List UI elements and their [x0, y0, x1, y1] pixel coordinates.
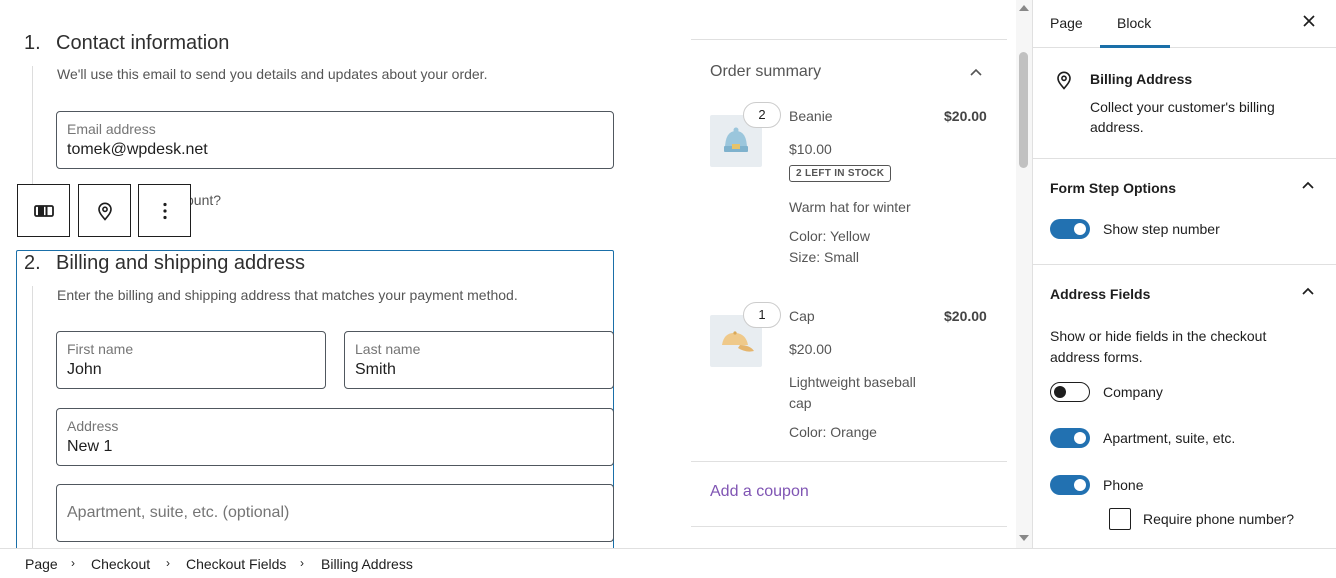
beanie-total: $20.00 [944, 108, 987, 124]
location-pin-icon [97, 202, 112, 221]
form-step-options-panel: Form Step Options Show step number [1033, 159, 1336, 265]
last-name-field[interactable]: Last name Smith [344, 331, 614, 389]
location-pin-button[interactable] [78, 184, 131, 237]
block-card-title: Billing Address [1090, 71, 1193, 87]
address-fields-description-line1: Show or hide fields in the checkout [1050, 328, 1267, 344]
block-card-description-line1: Collect your customer's billing [1090, 99, 1275, 115]
chevron-up-icon[interactable] [1301, 180, 1315, 190]
contact-step-title: Contact information [56, 32, 230, 54]
chevron-up-icon[interactable] [1301, 286, 1315, 296]
contact-step-heading: 1. Contact information [24, 32, 229, 55]
summary-items-divider [691, 461, 1007, 462]
billing-step-title: Billing and shipping address [56, 252, 306, 274]
summary-bottom-divider [691, 526, 1007, 527]
address-field[interactable]: Address New 1 [56, 408, 614, 466]
first-name-label: First name [67, 341, 134, 357]
cap-unit-price: $20.00 [789, 341, 832, 357]
chevron-right-icon: › [71, 556, 75, 570]
block-breadcrumb: Page › Checkout › Checkout Fields › Bill… [0, 548, 1336, 578]
settings-sidebar: Page Block Billing Address Collect your … [1032, 0, 1336, 548]
block-card-description-line2: address. [1090, 119, 1144, 135]
summary-top-divider [691, 39, 1007, 40]
block-card: Billing Address Collect your customer's … [1033, 49, 1336, 159]
cap-color: Color: Orange [789, 424, 877, 440]
company-label: Company [1103, 384, 1163, 400]
phone-toggle[interactable] [1050, 475, 1090, 495]
breadcrumb-checkout-fields[interactable]: Checkout Fields [186, 556, 286, 572]
order-summary-title[interactable]: Order summary [710, 63, 821, 81]
contact-step-rail [32, 66, 33, 186]
block-type-button[interactable] [17, 184, 70, 237]
billing-step-rail [32, 286, 33, 548]
block-toolbar [17, 184, 191, 237]
create-account-text: ount? [186, 192, 222, 208]
cap-total: $20.00 [944, 308, 987, 324]
tab-page[interactable]: Page [1050, 15, 1083, 31]
more-options-button[interactable] [138, 184, 191, 237]
phone-label: Phone [1103, 477, 1144, 493]
beanie-unit-price: $10.00 [789, 141, 832, 157]
cap-description-line1: Lightweight baseball [789, 374, 916, 390]
tab-block[interactable]: Block [1117, 15, 1151, 31]
sidebar-tabs: Page Block [1033, 0, 1336, 48]
last-name-value: Smith [355, 361, 396, 378]
billing-step-description: Enter the billing and shipping address t… [57, 287, 518, 303]
address-fields-title[interactable]: Address Fields [1050, 286, 1150, 302]
add-coupon-link[interactable]: Add a coupon [710, 483, 809, 501]
contact-step-description: We'll use this email to send you details… [57, 66, 488, 82]
close-icon[interactable] [1301, 13, 1317, 29]
beanie-size: Size: Small [789, 249, 860, 265]
form-step-options-title[interactable]: Form Step Options [1050, 180, 1176, 196]
location-pin-icon [1057, 71, 1071, 90]
breadcrumb-checkout[interactable]: Checkout [91, 556, 150, 572]
more-options-icon [162, 202, 167, 219]
active-tab-indicator [1100, 45, 1170, 48]
address-fields-description-line2: address forms. [1050, 349, 1143, 365]
beanie-description: Warm hat for winter [789, 199, 911, 215]
company-toggle[interactable] [1050, 382, 1090, 402]
billing-step-heading: 2. Billing and shipping address [24, 252, 305, 275]
billing-step-number: 2. [24, 252, 41, 274]
apartment-toggle[interactable] [1050, 428, 1090, 448]
first-name-field[interactable]: First name John [56, 331, 326, 389]
require-phone-checkbox[interactable] [1109, 508, 1131, 530]
address-label: Address [67, 418, 119, 434]
last-name-label: Last name [355, 341, 421, 357]
breadcrumb-page[interactable]: Page [25, 556, 58, 572]
apartment-label: Apartment, suite, etc. [1103, 430, 1236, 446]
email-field-label: Email address [67, 121, 156, 137]
email-field[interactable]: Email address tomek@wpdesk.net [56, 111, 614, 169]
beanie-name: Beanie [789, 108, 833, 124]
address-value: New 1 [67, 438, 113, 455]
show-step-number-toggle[interactable] [1050, 219, 1090, 239]
contact-step-number: 1. [24, 32, 41, 54]
scroll-up-arrow-icon[interactable] [1019, 5, 1029, 11]
editor-canvas: 1. Contact information We'll use this ema… [0, 0, 1032, 548]
beanie-color: Color: Yellow [789, 228, 870, 244]
scroll-down-arrow-icon[interactable] [1019, 535, 1029, 541]
apartment-placeholder: Apartment, suite, etc. (optional) [67, 504, 290, 521]
apartment-field[interactable]: Apartment, suite, etc. (optional) [56, 484, 614, 542]
first-name-value: John [67, 361, 102, 378]
address-fields-panel: Address Fields Show or hide fields in th… [1033, 265, 1336, 548]
canvas-scrollbar[interactable] [1016, 0, 1032, 548]
block-type-icon [33, 204, 54, 217]
email-field-value: tomek@wpdesk.net [67, 141, 208, 158]
require-phone-label: Require phone number? [1143, 511, 1294, 527]
scrollbar-thumb[interactable] [1019, 52, 1028, 168]
chevron-right-icon: › [166, 556, 170, 570]
cap-name: Cap [789, 308, 815, 324]
beanie-stock-badge: 2 LEFT IN STOCK [789, 165, 892, 182]
beanie-qty-badge: 2 [743, 102, 781, 128]
chevron-up-icon[interactable] [969, 67, 983, 77]
chevron-right-icon: › [300, 556, 304, 570]
show-step-number-label: Show step number [1103, 221, 1220, 237]
cap-qty-badge: 1 [743, 302, 781, 328]
cap-description-line2: cap [789, 395, 812, 411]
breadcrumb-billing-address: Billing Address [321, 556, 413, 572]
